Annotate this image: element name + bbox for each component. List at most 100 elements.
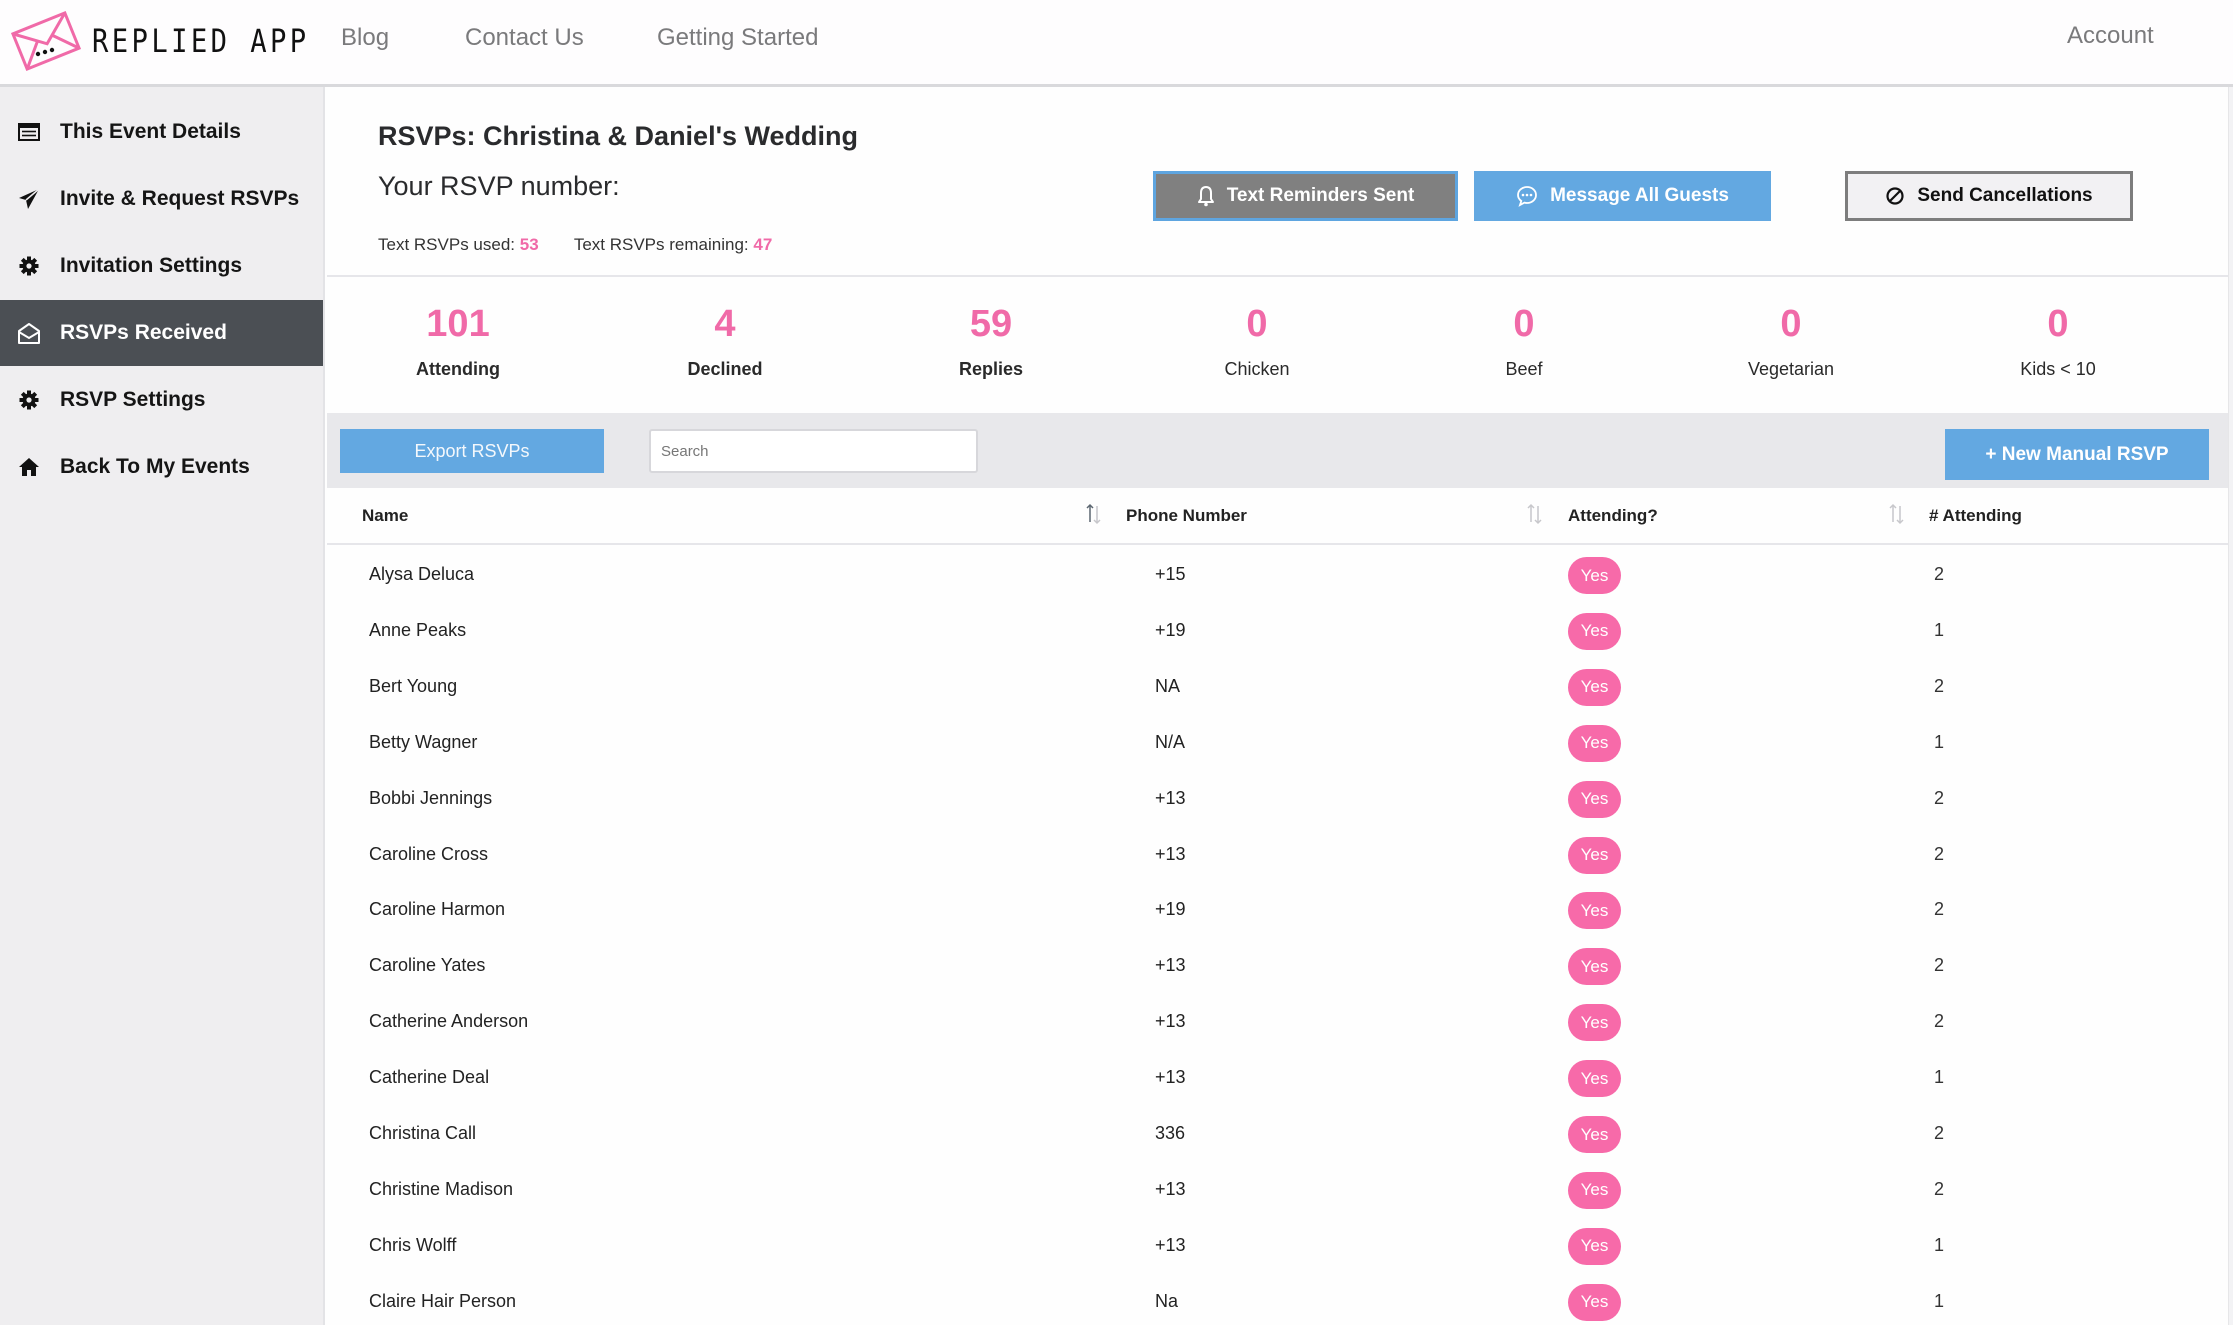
guest-name: Bert Young [369, 675, 458, 696]
stat-label: Kids < 10 [2020, 359, 2096, 379]
table-header: Name Phone Number Attending? # Attending [327, 488, 2228, 545]
export-rsvps-button[interactable]: Export RSVPs [340, 429, 604, 473]
guest-name: Bobbi Jennings [369, 787, 493, 808]
sidebar-item-event-details[interactable]: This Event Details [0, 99, 323, 165]
table-row[interactable]: Claire Hair Person Na Yes 1 [327, 1274, 2228, 1325]
guest-name: Chris Wolff [369, 1234, 457, 1255]
attending-badge: Yes [1568, 724, 1621, 762]
table-row[interactable]: Christina Call 336 Yes 2 [327, 1106, 2228, 1162]
guest-name: Christine Madison [369, 1178, 514, 1199]
nav-account[interactable]: Account [2067, 22, 2154, 50]
sidebar-item-invite-request[interactable]: Invite & Request RSVPs [0, 166, 323, 232]
guest-phone: Na [1155, 1290, 1179, 1311]
sidebar-item-label: RSVPs Received [60, 321, 227, 344]
text-rsvp-usage: Text RSVPs used: 53 Text RSVPs remaining… [378, 235, 772, 255]
guest-phone: +13 [1155, 1178, 1186, 1199]
attending-count: 2 [1934, 1178, 1945, 1199]
table-row[interactable]: Bobbi Jennings +13 Yes 2 [327, 771, 2228, 827]
attending-count: 1 [1934, 619, 1945, 640]
attending-count: 1 [1934, 1234, 1945, 1255]
attending-badge: Yes [1568, 836, 1621, 874]
stat-label: Chicken [1224, 359, 1290, 379]
guest-name: Alysa Deluca [369, 564, 475, 584]
sidebar-item-label: RSVP Settings [60, 388, 206, 411]
guest-phone: N/A [1155, 731, 1186, 752]
button-label: Text Reminders Sent [1226, 185, 1415, 206]
guest-phone: 336 [1155, 1123, 1186, 1143]
sidebar-item-rsvp-settings[interactable]: RSVP Settings [0, 367, 323, 433]
column-header-attending[interactable]: Attending? [1568, 506, 1658, 526]
attending-count: 2 [1934, 1011, 1945, 1032]
sidebar: This Event Details Invite & Request RSVP… [0, 87, 325, 1325]
attending-badge: Yes [1568, 1227, 1621, 1265]
new-manual-rsvp-button[interactable]: + New Manual RSVP [1945, 429, 2209, 480]
sidebar-item-label: Invite & Request RSVPs [60, 187, 300, 210]
sidebar-item-label: This Event Details [60, 120, 241, 143]
attending-badge: Yes [1568, 892, 1621, 930]
brand-logo[interactable]: REPLIED APP [10, 10, 306, 72]
stat-label: Declined [687, 359, 763, 379]
ban-icon [1885, 186, 1905, 206]
table-row[interactable]: Caroline Cross +13 Yes 2 [327, 827, 2228, 883]
guest-phone: +19 [1155, 619, 1186, 640]
send-cancellations-button[interactable]: Send Cancellations [1845, 171, 2133, 221]
guest-phone: +19 [1155, 899, 1186, 920]
guest-name: Catherine Anderson [369, 1011, 529, 1032]
column-header-phone[interactable]: Phone Number [1126, 506, 1247, 526]
text-remaining-label: Text RSVPs remaining: [573, 235, 749, 254]
stat-value: 0 [2047, 303, 2069, 345]
sidebar-item-rsvps-received[interactable]: RSVPs Received [0, 300, 323, 366]
attending-badge: Yes [1568, 612, 1621, 650]
guest-phone: +13 [1155, 1234, 1186, 1255]
attending-badge: Yes [1568, 1116, 1621, 1153]
stat-value: 0 [1246, 303, 1268, 345]
nav-blog[interactable]: Blog [341, 24, 389, 52]
table-row[interactable]: Chris Wolff +13 Yes 1 [327, 1218, 2228, 1274]
guest-name: Christina Call [369, 1123, 477, 1143]
sort-icon[interactable] [1887, 502, 1907, 526]
page-title: RSVPs: Christina & Daniel's Wedding [378, 121, 859, 151]
message-all-guests-button[interactable]: Message All Guests [1474, 171, 1771, 221]
attending-count: 2 [1934, 1123, 1945, 1143]
table-row[interactable]: Catherine Deal +13 Yes 1 [327, 1050, 2228, 1106]
table-row[interactable]: Betty Wagner N/A Yes 1 [327, 715, 2228, 771]
nav-contact-us[interactable]: Contact Us [465, 24, 584, 52]
attending-count: 1 [1934, 1067, 1945, 1088]
button-label: Send Cancellations [1917, 185, 2093, 206]
brand-name: REPLIED APP [92, 22, 310, 60]
nav-getting-started[interactable]: Getting Started [657, 24, 818, 52]
guest-name: Caroline Harmon [369, 899, 506, 920]
table-row[interactable]: Caroline Harmon +19 Yes 2 [327, 882, 2228, 938]
sort-icon[interactable] [1084, 502, 1104, 526]
column-header-count[interactable]: # Attending [1929, 506, 2022, 526]
list-icon [16, 119, 42, 145]
button-label: Message All Guests [1550, 185, 1729, 206]
stat-label: Replies [958, 359, 1024, 379]
table-row[interactable]: Anne Peaks +19 Yes 1 [327, 603, 2228, 659]
column-header-name[interactable]: Name [362, 506, 408, 526]
guest-phone: +13 [1155, 787, 1186, 808]
guest-name: Anne Peaks [369, 619, 467, 640]
guest-phone: +13 [1155, 1067, 1186, 1088]
page-scrollbar[interactable] [2228, 87, 2233, 1325]
bell-icon [1197, 185, 1215, 207]
guest-name: Catherine Deal [369, 1067, 490, 1088]
chat-bubble-icon [1516, 185, 1538, 207]
stat-label: Attending [416, 359, 500, 379]
stat-value: 101 [426, 303, 490, 345]
search-input[interactable] [649, 429, 978, 473]
table-row[interactable]: Caroline Yates +13 Yes 2 [327, 938, 2228, 994]
table-row[interactable]: Alysa Deluca +15 Yes 2 [327, 547, 2228, 603]
attending-badge: Yes [1568, 948, 1621, 986]
stat-value: 4 [714, 303, 736, 345]
attending-count: 2 [1934, 787, 1945, 808]
sidebar-item-back-to-events[interactable]: Back To My Events [0, 434, 323, 500]
table-row[interactable]: Christine Madison +13 Yes 2 [327, 1162, 2228, 1218]
sidebar-item-label: Invitation Settings [60, 254, 243, 277]
sidebar-item-invitation-settings[interactable]: Invitation Settings [0, 233, 323, 299]
attending-count: 2 [1934, 564, 1945, 584]
sort-icon[interactable] [1525, 502, 1545, 526]
table-row[interactable]: Bert Young NA Yes 2 [327, 659, 2228, 715]
table-row[interactable]: Catherine Anderson +13 Yes 2 [327, 994, 2228, 1050]
text-reminders-sent-button[interactable]: Text Reminders Sent [1153, 171, 1458, 221]
